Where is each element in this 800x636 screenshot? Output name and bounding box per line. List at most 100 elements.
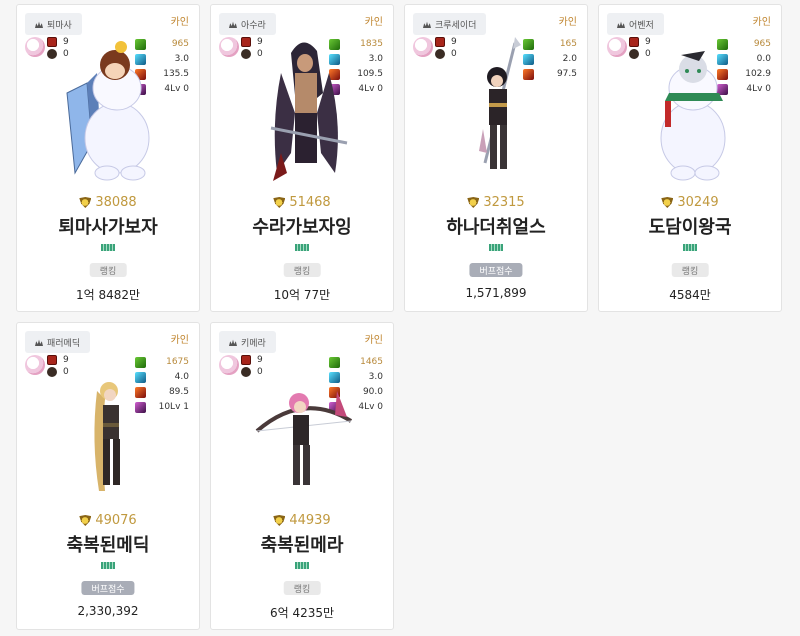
fame-icon <box>467 197 480 208</box>
score-type-badge: 랭킹 <box>671 263 709 277</box>
score-value: 6억 4235만 <box>269 606 335 620</box>
crown-icon <box>229 339 237 346</box>
server-label: 카인 <box>752 17 771 28</box>
job-label: 퇴마사 <box>47 20 72 31</box>
job-label: 크루세이더 <box>435 20 477 31</box>
item-icon <box>435 37 445 47</box>
character-sprite <box>251 351 355 501</box>
server-label: 카인 <box>364 335 383 346</box>
character-sprite <box>445 33 549 183</box>
score-type-badge: 랭킹 <box>283 263 321 277</box>
character-name[interactable]: 수라가보자잉 <box>211 213 393 239</box>
guild-emblem-icon <box>683 244 697 251</box>
stat-value: 3.0 <box>174 54 189 64</box>
guild-emblem-icon <box>101 562 115 569</box>
character-sprite <box>57 351 161 501</box>
fame-icon <box>661 197 674 208</box>
crown-icon <box>423 21 431 28</box>
pet-icon <box>47 49 57 59</box>
avatar <box>25 37 45 57</box>
character-card[interactable]: 키메라 카인 9 0 1465 3.0 90.0 4Lv 0 44939 축복된… <box>210 322 394 630</box>
character-sprite <box>57 33 161 183</box>
stat-value: 1465 <box>360 357 383 367</box>
fame-value: 32315 <box>483 195 525 210</box>
avatar <box>413 37 433 57</box>
job-tag: 키메라 <box>219 331 276 353</box>
stat-value: 4Lv 0 <box>164 84 189 94</box>
guild-emblem-icon <box>101 244 115 251</box>
score-type-badge: 버프점수 <box>81 581 135 595</box>
stat-value: 102.9 <box>745 69 771 79</box>
item-icon <box>241 355 251 365</box>
avatar <box>219 355 239 375</box>
stat-value: 0.0 <box>756 54 771 64</box>
score-value: 2,330,392 <box>77 604 139 618</box>
character-name[interactable]: 도담이왕국 <box>599 213 781 239</box>
fame-score: 51468 <box>211 195 393 210</box>
pet-icon <box>241 49 251 59</box>
server-label: 카인 <box>170 335 189 346</box>
character-card[interactable]: 크루세이더 카인 9 0 165 2.0 97.5 32315 하나더취얼스 버… <box>404 4 588 312</box>
fame-score: 44939 <box>211 513 393 528</box>
stat-value: 3.0 <box>368 54 383 64</box>
stat-value: 1835 <box>360 39 383 49</box>
score-value: 4584만 <box>669 288 711 302</box>
job-label: 패러메딕 <box>47 338 81 349</box>
pet-icon <box>435 49 445 59</box>
pet-icon <box>47 367 57 377</box>
stat-value: 97.5 <box>556 69 577 79</box>
character-name[interactable]: 하나더취얼스 <box>405 213 587 239</box>
job-label: 어벤저 <box>629 20 654 31</box>
item-icon <box>241 37 251 47</box>
character-name[interactable]: 축복된메라 <box>211 531 393 557</box>
fame-value: 38088 <box>95 195 137 210</box>
stat-value: 965 <box>753 39 771 49</box>
fame-value: 44939 <box>289 513 331 528</box>
fame-icon <box>273 515 286 526</box>
stat-value: 965 <box>171 39 189 49</box>
character-name[interactable]: 퇴마사가보자 <box>17 213 199 239</box>
character-card[interactable]: 아수라 카인 9 0 1835 3.0 109.5 4Lv 0 51468 수라… <box>210 4 394 312</box>
crown-icon <box>35 339 43 346</box>
character-card[interactable]: 퇴마사 카인 9 0 965 3.0 135.5 4Lv 0 38088 퇴마사… <box>16 4 200 312</box>
fame-score: 38088 <box>17 195 199 210</box>
score-type-badge: 버프점수 <box>469 263 523 277</box>
character-card[interactable]: 어벤저 카인 9 0 965 0.0 102.9 4Lv 0 30249 도담이… <box>598 4 782 312</box>
score-value: 1억 8482만 <box>75 288 141 302</box>
server-label: 카인 <box>558 17 577 28</box>
fame-value: 30249 <box>677 195 719 210</box>
server-label: 카인 <box>364 17 383 28</box>
score-type-badge: 랭킹 <box>283 581 321 595</box>
fame-icon <box>79 197 92 208</box>
stat-value: 4Lv 0 <box>358 84 383 94</box>
stat-value: 165 <box>559 39 577 49</box>
score-type-badge: 랭킹 <box>89 263 127 277</box>
character-card[interactable]: 패러메딕 카인 9 0 1675 4.0 89.5 10Lv 1 49076 축… <box>16 322 200 630</box>
stat-value: 90.0 <box>362 387 383 397</box>
stat-value: 109.5 <box>357 69 383 79</box>
stat-value: 89.5 <box>168 387 189 397</box>
stat-value: 2.0 <box>562 54 577 64</box>
item-icon <box>47 37 57 47</box>
score-value: 1,571,899 <box>465 286 527 300</box>
crown-icon <box>617 21 625 28</box>
stat-value: 10Lv 1 <box>158 402 189 412</box>
job-label: 키메라 <box>241 338 266 349</box>
guild-emblem-icon <box>489 244 503 251</box>
character-sprite <box>251 33 355 183</box>
character-name[interactable]: 축복된메딕 <box>17 531 199 557</box>
pet-icon <box>629 49 639 59</box>
job-tag: 아수라 <box>219 13 276 35</box>
stat-value: 4Lv 0 <box>358 402 383 412</box>
score-value: 10억 77만 <box>273 288 331 302</box>
guild-emblem-icon <box>295 244 309 251</box>
stat-value: 4.0 <box>174 372 189 382</box>
avatar <box>25 355 45 375</box>
item-icon <box>47 355 57 365</box>
crown-icon <box>229 21 237 28</box>
stat-value: 4Lv 0 <box>746 84 771 94</box>
job-tag: 어벤저 <box>607 13 664 35</box>
fame-score: 30249 <box>599 195 781 210</box>
crown-icon <box>35 21 43 28</box>
job-label: 아수라 <box>241 20 266 31</box>
